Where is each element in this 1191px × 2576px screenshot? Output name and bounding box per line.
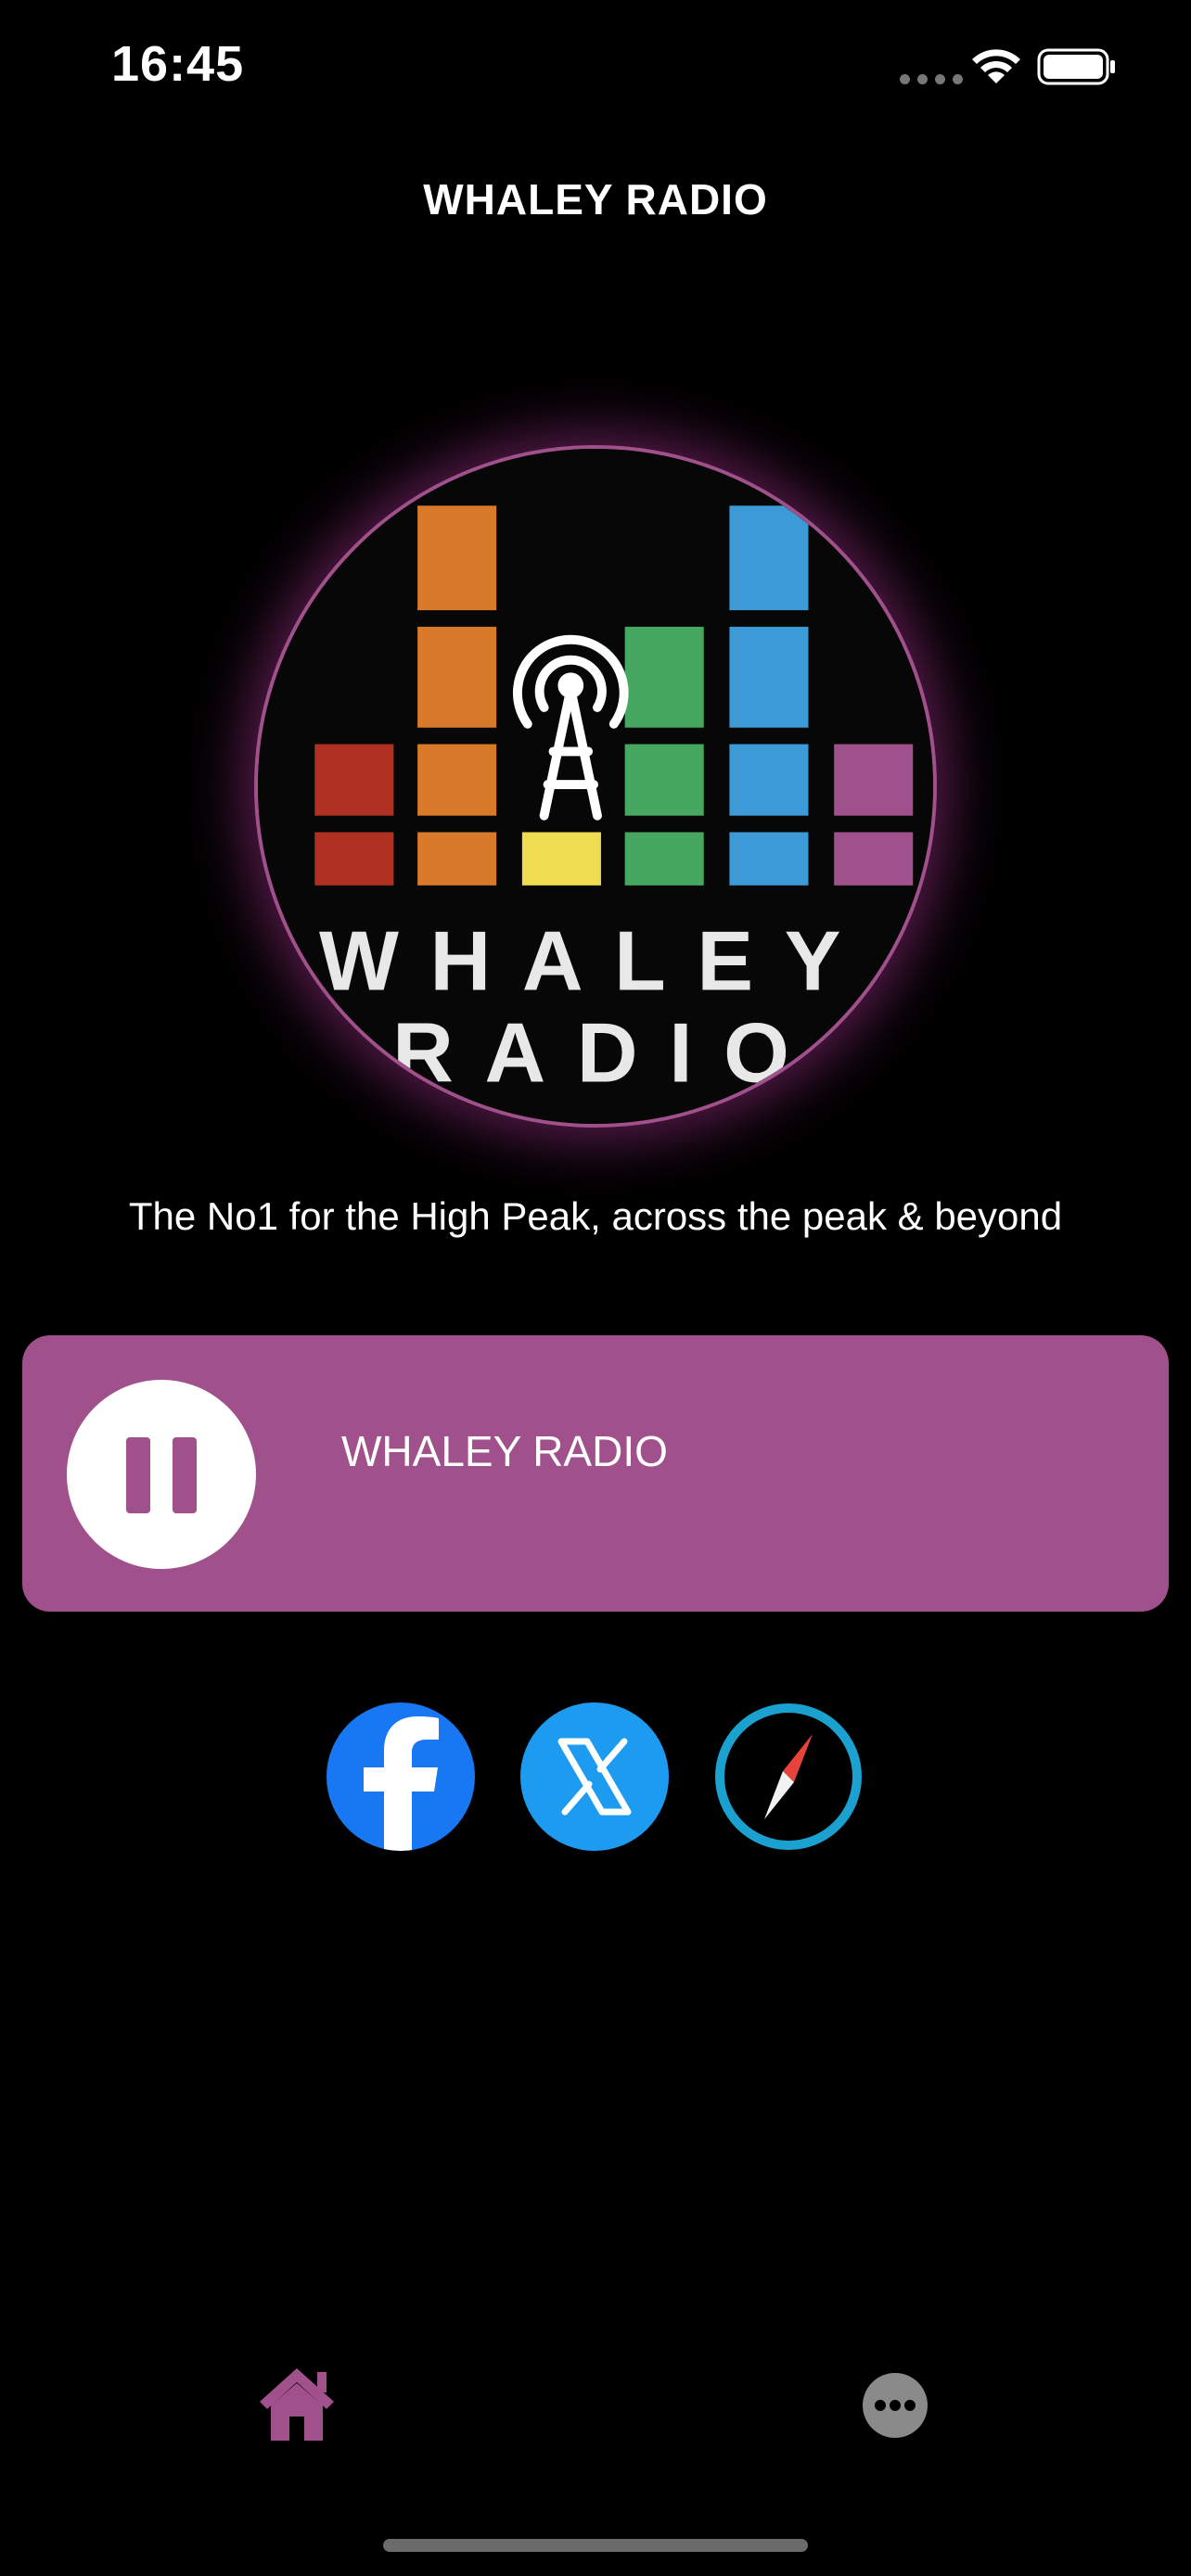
station-logo-image: WHALEY RADIO — [258, 449, 933, 1124]
tab-more[interactable] — [849, 2357, 941, 2450]
x-button[interactable] — [520, 1702, 669, 1851]
wifi-icon — [972, 49, 1020, 83]
facebook-icon — [364, 1716, 439, 1851]
facebook-button[interactable] — [327, 1702, 475, 1851]
status-time: 16:45 — [111, 36, 245, 92]
pause-button[interactable] — [67, 1380, 256, 1569]
home-icon — [260, 2368, 334, 2441]
website-button[interactable] — [714, 1702, 863, 1851]
tab-home[interactable] — [250, 2357, 343, 2450]
station-logo: WHALEY RADIO — [254, 445, 937, 1128]
station-tagline: The No1 for the High Peak, across the pe… — [128, 1194, 1063, 1238]
cellular-signal-icon — [900, 74, 963, 84]
battery-icon — [1037, 48, 1115, 85]
pause-icon — [126, 1437, 197, 1513]
tab-bar — [0, 2337, 1191, 2476]
x-icon — [557, 1738, 632, 1816]
social-links — [0, 1702, 1191, 1851]
status-bar: 16:45 — [0, 0, 1191, 139]
home-indicator[interactable] — [383, 2539, 808, 2552]
page-title: WHALEY RADIO — [423, 175, 768, 223]
now-playing-station: WHALEY RADIO — [341, 1427, 668, 1475]
logo-text-line2: RADIO — [392, 1007, 820, 1101]
player-card: WHALEY RADIO — [22, 1335, 1169, 1612]
more-icon — [863, 2373, 928, 2438]
compass-icon — [715, 1703, 862, 1850]
logo-text-line1: WHALEY — [319, 915, 872, 1009]
